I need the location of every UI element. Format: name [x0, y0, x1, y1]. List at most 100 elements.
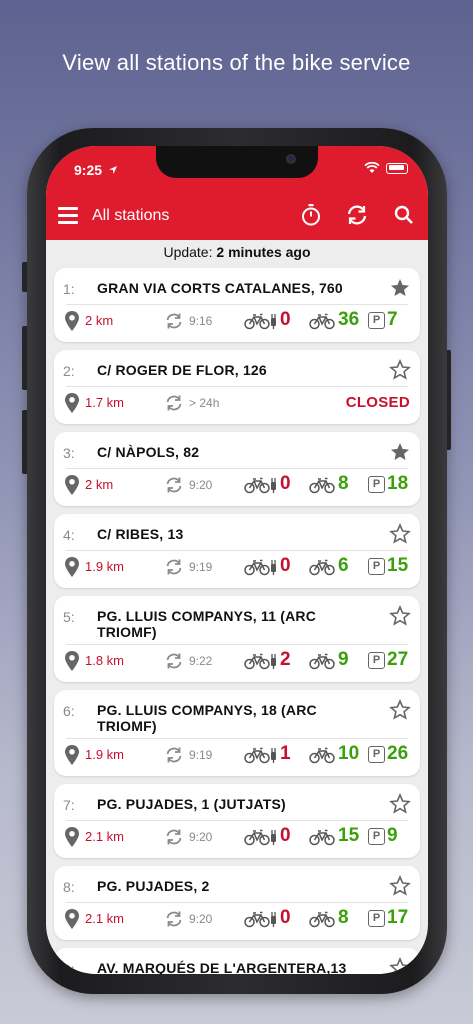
- bike-icon: [309, 828, 335, 846]
- ebikes-available: 0: [280, 555, 291, 576]
- docks-available: 9: [387, 825, 398, 846]
- ebike-icon: [244, 652, 278, 670]
- location-pin-icon: [64, 744, 80, 766]
- station-name: GRAN VIA CORTS CATALANES, 760: [97, 280, 343, 296]
- docks-available: 26: [387, 743, 409, 764]
- bike-icon: [309, 910, 335, 928]
- parking-icon: P: [368, 828, 385, 845]
- station-number: 6:: [63, 703, 75, 719]
- last-update-time: > 24h: [189, 396, 220, 410]
- refresh-icon[interactable]: [344, 202, 370, 228]
- station-card[interactable]: 4: C/ RIBES, 13 1.9 km 9:19 0 6 P 15: [54, 514, 420, 588]
- docks-available: 18: [387, 473, 409, 494]
- station-info-row: 2 km 9:20 0 8 P 18: [54, 472, 420, 498]
- station-distance: 1.9 km: [85, 559, 125, 574]
- star-outline-icon[interactable]: [389, 875, 411, 897]
- station-card[interactable]: 2: C/ ROGER DE FLOR, 126 1.7 km > 24h CLOSED: [54, 350, 420, 424]
- ebikes-available: 0: [280, 309, 291, 330]
- sync-icon: [164, 311, 184, 331]
- station-info-row: 2.1 km 9:20 0 8 P 17: [54, 906, 420, 932]
- card-divider: [66, 304, 408, 305]
- star-filled-icon[interactable]: [389, 441, 411, 463]
- ebikes-available: 0: [280, 907, 291, 928]
- bike-icon: [309, 746, 335, 764]
- ebikes-available: 0: [280, 825, 291, 846]
- station-card[interactable]: 1: GRAN VIA CORTS CATALANES, 760 2 km 9:16 0…: [54, 268, 420, 342]
- station-card[interactable]: 3: C/ NÀPOLS, 82 2 km 9:20 0 8 P 18: [54, 432, 420, 506]
- card-divider: [66, 468, 408, 469]
- card-divider: [66, 644, 408, 645]
- ebike-icon: [244, 476, 278, 494]
- station-distance: 1.8 km: [85, 653, 125, 668]
- star-outline-icon[interactable]: [389, 523, 411, 545]
- card-divider: [66, 550, 408, 551]
- docks-available: 7: [387, 309, 398, 330]
- station-card[interactable]: 8: PG. PUJADES, 2 2.1 km 9:20 0 8 P 17: [54, 866, 420, 940]
- station-distance: 1.9 km: [85, 747, 125, 762]
- bike-icon: [309, 312, 335, 330]
- station-name: PG. LLUIS COMPANYS, 18 (ARC TRIOMF): [97, 702, 317, 734]
- status-time: 9:25: [74, 162, 118, 178]
- docks-available: 15: [387, 555, 409, 576]
- location-pin-icon: [64, 474, 80, 496]
- sync-icon: [164, 909, 184, 929]
- station-card[interactable]: 7: PG. PUJADES, 1 (JUTJATS) 2.1 km 9:20 0 15 P…: [54, 784, 420, 858]
- parking-icon: P: [368, 312, 385, 329]
- last-update-time: 9:22: [189, 654, 213, 668]
- phone-notch: [156, 146, 318, 178]
- ebike-icon: [244, 910, 278, 928]
- update-status: Update: 2 minutes ago: [46, 240, 428, 268]
- status-time-text: 9:25: [74, 162, 103, 178]
- last-update-time: 9:20: [189, 478, 213, 492]
- station-number: 3:: [63, 445, 75, 461]
- station-card[interactable]: 6: PG. LLUIS COMPANYS, 18 (ARC TRIOMF) 1.9…: [54, 690, 420, 776]
- station-name: C/ ROGER DE FLOR, 126: [97, 362, 267, 378]
- update-value: 2 minutes ago: [216, 244, 311, 260]
- station-card[interactable]: 9: AV. MARQUÉS DE L'ARGENTERA,13: [54, 948, 420, 974]
- camera-icon: [286, 154, 296, 164]
- update-label: Update:: [163, 244, 213, 260]
- search-icon[interactable]: [391, 202, 417, 228]
- bikes-available: 8: [338, 473, 349, 494]
- stopwatch-icon[interactable]: [298, 202, 324, 228]
- station-name: PG. PUJADES, 2: [97, 878, 210, 894]
- station-distance: 2.1 km: [85, 829, 125, 844]
- location-pin-icon: [64, 556, 80, 578]
- station-number: 5:: [63, 609, 75, 625]
- station-number: 2:: [63, 363, 75, 379]
- menu-icon[interactable]: [58, 207, 78, 225]
- last-update-time: 9:20: [189, 912, 213, 926]
- star-outline-icon[interactable]: [389, 605, 411, 627]
- ebikes-available: 2: [280, 649, 291, 670]
- ebikes-available: 1: [280, 743, 291, 764]
- sync-icon: [164, 827, 184, 847]
- location-pin-icon: [64, 650, 80, 672]
- star-outline-icon[interactable]: [389, 957, 411, 974]
- location-pin-icon: [64, 392, 80, 414]
- station-number: 1:: [63, 281, 75, 297]
- bikes-available: 15: [338, 825, 360, 846]
- sync-icon: [164, 393, 184, 413]
- station-distance: 1.7 km: [85, 395, 125, 410]
- bikes-available: 36: [338, 309, 360, 330]
- star-outline-icon[interactable]: [389, 699, 411, 721]
- docks-available: 27: [387, 649, 409, 670]
- station-number: 4:: [63, 527, 75, 543]
- bikes-available: 10: [338, 743, 360, 764]
- star-outline-icon[interactable]: [389, 793, 411, 815]
- location-pin-icon: [64, 908, 80, 930]
- last-update-time: 9:19: [189, 560, 213, 574]
- ebike-icon: [244, 558, 278, 576]
- star-filled-icon[interactable]: [389, 277, 411, 299]
- bikes-available: 8: [338, 907, 349, 928]
- station-info-row: 1.7 km > 24h CLOSED: [54, 390, 420, 416]
- bikes-available: 6: [338, 555, 349, 576]
- station-distance: 2.1 km: [85, 911, 125, 926]
- last-update-time: 9:20: [189, 830, 213, 844]
- star-outline-icon[interactable]: [389, 359, 411, 381]
- bike-icon: [309, 558, 335, 576]
- ebike-icon: [244, 746, 278, 764]
- parking-icon: P: [368, 652, 385, 669]
- station-card[interactable]: 5: PG. LLUIS COMPANYS, 11 (ARC TRIOMF) 1.8…: [54, 596, 420, 682]
- sync-icon: [164, 557, 184, 577]
